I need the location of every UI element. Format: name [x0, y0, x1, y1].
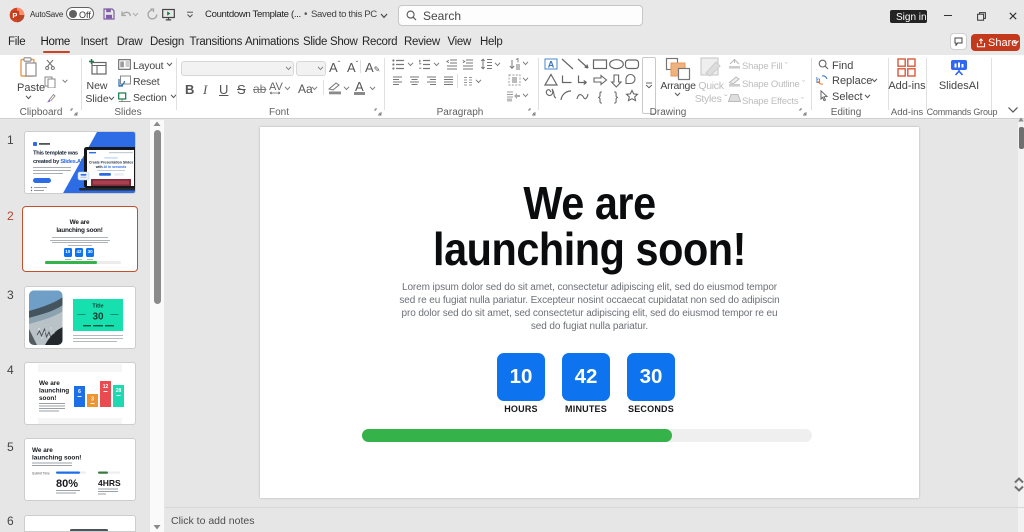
svg-text:}: }	[614, 89, 619, 104]
svg-text:28: 28	[116, 388, 122, 394]
svg-text:30: 30	[92, 312, 104, 323]
svg-text:Title: Title	[92, 304, 103, 310]
svg-text:6: 6	[78, 389, 81, 395]
svg-text:3: 3	[91, 397, 94, 403]
svg-text:80%: 80%	[56, 478, 78, 490]
svg-text:with AI in seconds: with AI in seconds	[95, 165, 127, 169]
svg-text:A: A	[548, 60, 555, 70]
svg-text:12: 12	[103, 384, 109, 390]
svg-text:Submit Time: Submit Time	[32, 472, 50, 476]
svg-text:created by Slides.AI: created by Slides.AI	[33, 159, 83, 165]
svg-text:This template was: This template was	[33, 151, 78, 157]
svg-text:We are: We are	[39, 380, 60, 387]
svg-text:soon!: soon!	[39, 395, 56, 402]
svg-text:launching: launching	[39, 388, 69, 395]
svg-text:4HRS: 4HRS	[98, 478, 121, 488]
svg-text:We are: We are	[32, 447, 53, 454]
svg-text:launching soon!: launching soon!	[32, 455, 81, 462]
svg-text:P: P	[12, 11, 17, 20]
svg-text:{: {	[598, 89, 603, 104]
